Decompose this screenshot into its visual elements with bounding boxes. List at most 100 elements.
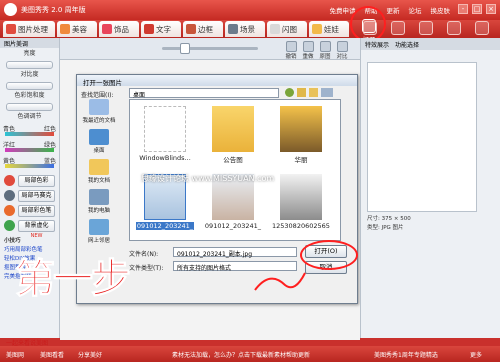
image-preview — [367, 62, 477, 212]
tab-accessories[interactable]: 饰品 — [99, 21, 139, 37]
tab-text[interactable]: 文字 — [141, 21, 181, 37]
zoom-slider-track — [162, 47, 258, 50]
tips-header: 小技巧 — [4, 238, 21, 244]
tab-image-processing[interactable]: 图片处理 — [3, 21, 55, 37]
file-item[interactable]: 公告图 — [204, 106, 262, 170]
yellow-blue-slider[interactable] — [5, 164, 54, 168]
mosaic-icon — [4, 190, 15, 201]
image-processing-icon — [6, 24, 16, 34]
dialog-nav-icons — [285, 88, 333, 97]
compare-button[interactable]: 对比 — [334, 41, 350, 60]
filename-label: 文件名(N): — [129, 251, 159, 258]
flash-icon — [270, 24, 280, 34]
rotate-icon — [447, 21, 461, 35]
place-recent[interactable]: 我最近的文档 — [81, 99, 117, 124]
place-desktop[interactable]: 桌面 — [81, 129, 117, 154]
local-colorpen-button[interactable]: 局部彩色笔 — [4, 205, 55, 217]
status-message[interactable]: 素材无法加载，怎么办？点击下载最新素材帮助更新 — [172, 350, 310, 359]
color-row-yellow-blue[interactable]: 黄色 蓝色 — [0, 156, 59, 172]
original-icon — [319, 41, 331, 52]
step-annotation: 第一步 — [15, 256, 132, 303]
left-panel-header: 图片美调 — [0, 38, 59, 48]
file-thumbnail — [280, 174, 322, 220]
local-color-icon — [4, 175, 15, 186]
arrow-scribble-annotation — [254, 272, 306, 291]
saturation-label: 色彩饱和度 — [14, 92, 45, 99]
top-links: 免费申请 帮助 更新 论坛 换皮肤 — [330, 5, 451, 15]
tab-doll[interactable]: 娃娃 — [309, 21, 349, 37]
file-item[interactable]: WindowBlinds... — [136, 106, 194, 170]
close-button[interactable]: × — [486, 4, 496, 14]
filename-input[interactable]: 091012_203241_副本.jpg — [173, 247, 297, 258]
computer-icon — [89, 189, 109, 205]
lookin-select[interactable]: 桌面 — [129, 88, 279, 99]
up-folder-icon[interactable] — [297, 88, 306, 97]
new-file-icon — [363, 21, 377, 35]
network-icon — [89, 219, 109, 235]
tone-label: 色调调节 — [17, 113, 42, 120]
background-blur-button[interactable]: 背景虚化 NEW — [4, 220, 55, 239]
minimize-button[interactable]: - — [458, 4, 468, 14]
frame-icon — [186, 24, 196, 34]
original-button[interactable]: 原图 — [317, 41, 333, 60]
zoom-slider[interactable] — [150, 43, 270, 54]
magenta-green-slider[interactable] — [5, 148, 54, 152]
place-documents[interactable]: 我的文档 — [81, 159, 117, 184]
text-icon — [144, 24, 154, 34]
dialog-title: 打开一张图片 — [77, 75, 357, 87]
brush-icon — [475, 21, 489, 35]
status-link-anniversary[interactable]: 美图秀秀1周年专题精选 — [374, 350, 438, 359]
color-pen-icon — [4, 205, 15, 216]
top-link-forum[interactable]: 论坛 — [409, 5, 422, 15]
view-menu-icon[interactable] — [321, 88, 333, 97]
maximize-button[interactable]: □ — [472, 4, 482, 14]
tab-function-select[interactable]: 功能选择 — [395, 40, 419, 49]
brightness-label: 亮度 — [23, 50, 36, 57]
file-thumbnail — [212, 106, 254, 152]
top-link-skin[interactable]: 换皮肤 — [431, 5, 451, 15]
beauty-icon — [60, 24, 70, 34]
status-link-more[interactable]: 更多 — [470, 350, 482, 359]
zoom-slider-handle[interactable] — [180, 43, 190, 54]
file-item[interactable]: 12530820602565... — [272, 174, 330, 238]
file-thumbnail — [280, 106, 322, 152]
status-link-meitu[interactable]: 美图网 — [6, 350, 24, 359]
local-color-button[interactable]: 局部色彩 — [4, 175, 55, 187]
tab-frame[interactable]: 边框 — [183, 21, 223, 37]
save-icon — [391, 21, 405, 35]
lookin-label: 查找范围(I): — [81, 92, 114, 99]
status-link-kankan[interactable]: 美图看看 — [40, 350, 64, 359]
local-mosaic-button[interactable]: 局部马赛克 — [4, 190, 55, 202]
window-controls: - □ × — [458, 4, 496, 14]
undo-icon — [285, 41, 297, 52]
top-link-apply[interactable]: 免费申请 — [330, 5, 356, 15]
redo-button[interactable]: 重做 — [300, 41, 316, 60]
color-row-magenta-green[interactable]: 洋红 绿色 — [0, 140, 59, 156]
file-item[interactable]: 华丽 — [272, 106, 330, 170]
tab-flash[interactable]: 闪图 — [267, 21, 307, 37]
accessories-icon — [102, 24, 112, 34]
place-network[interactable]: 网上邻居 — [81, 219, 117, 244]
tab-beauty[interactable]: 美容 — [57, 21, 97, 37]
blur-icon — [4, 220, 15, 231]
app-title: 美图秀秀 2.0 周年版 — [21, 6, 86, 14]
top-link-update[interactable]: 更新 — [387, 5, 400, 15]
new-folder-icon[interactable] — [309, 88, 318, 97]
brightness-slider[interactable] — [6, 61, 53, 69]
tab-scene[interactable]: 场景 — [225, 21, 265, 37]
contrast-label: 对比度 — [20, 71, 39, 78]
color-row-cyan-red[interactable]: 青色 红色 — [0, 124, 59, 140]
contrast-slider[interactable] — [6, 82, 53, 90]
undo-button[interactable]: 撤销 — [283, 41, 299, 60]
status-link-share[interactable]: 分享美好 — [78, 350, 102, 359]
back-icon[interactable] — [285, 88, 294, 97]
documents-icon — [89, 159, 109, 175]
watermark: 思缘设计论坛 www.MISSYUAN.com — [141, 174, 275, 183]
right-info-panel: 特效展示 功能选择 尺寸: 375 × 500 类型: JPG 图片 — [360, 38, 500, 338]
tab-effects-display[interactable]: 特效展示 — [365, 40, 389, 49]
file-thumbnail — [144, 106, 186, 152]
app-logo-icon — [4, 3, 17, 16]
place-computer[interactable]: 我的电脑 — [81, 189, 117, 214]
saturation-slider[interactable] — [6, 103, 53, 111]
cyan-red-slider[interactable] — [5, 132, 54, 136]
